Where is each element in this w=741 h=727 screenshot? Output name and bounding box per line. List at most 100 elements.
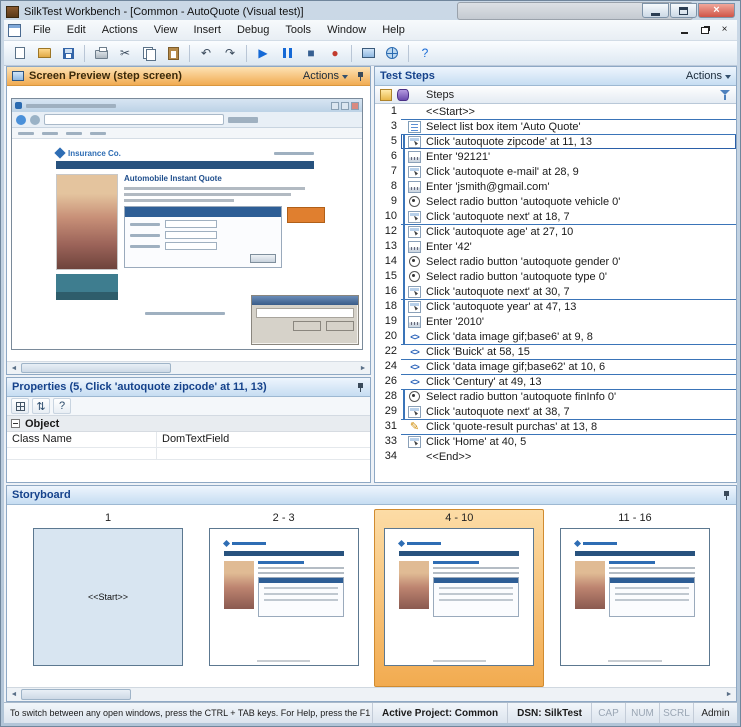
sort-alphabetical-button[interactable]: ⇅ [32, 398, 50, 414]
test-step-row[interactable]: 26<>Click 'Century' at 49, 13 [375, 374, 736, 389]
scrollbar-thumb[interactable] [21, 689, 131, 700]
test-step-row[interactable]: 34<<End>> [375, 449, 736, 464]
run-button[interactable]: ▶ [252, 43, 274, 64]
stop-button[interactable]: ■ [300, 43, 322, 64]
steps-actions-menu[interactable]: Actions [686, 70, 731, 82]
minimize-button[interactable] [642, 3, 669, 18]
property-row[interactable]: Class NameDomTextField [7, 432, 370, 448]
storyboard-thumbnail[interactable]: 2 - 3 [199, 509, 369, 687]
test-step-row[interactable]: 33Click 'Home' at 40, 5 [375, 434, 736, 449]
mdi-restore-button[interactable] [696, 23, 713, 37]
test-step-row[interactable]: 12Click 'autoquote age' at 27, 10 [375, 224, 736, 239]
help-button[interactable]: ? [53, 398, 71, 414]
step-body: <<Start>> [401, 104, 736, 119]
menu-help[interactable]: Help [374, 21, 413, 39]
storyboard-thumbnail-label: 4 - 10 [445, 512, 473, 526]
storyboard-thumbnail[interactable]: 11 - 16 [550, 509, 720, 687]
scroll-left-icon[interactable]: ◄ [7, 365, 21, 372]
property-name: Class Name [7, 432, 157, 447]
menu-tools[interactable]: Tools [277, 21, 319, 39]
mdi-close-button[interactable]: × [716, 23, 733, 37]
menu-file[interactable]: File [25, 21, 59, 39]
test-step-row[interactable]: 10Click 'autoquote next' at 18, 7 [375, 209, 736, 224]
storyboard-thumbnail[interactable]: 1<<Start>> [23, 509, 193, 687]
undo-button[interactable]: ↶ [195, 43, 217, 64]
storyboard-page-thumb[interactable] [209, 528, 359, 666]
step-group-line [401, 314, 408, 329]
scroll-right-icon[interactable]: ► [722, 691, 736, 698]
close-button[interactable]: × [698, 3, 735, 18]
test-step-row[interactable]: 18Click 'autoquote year' at 47, 13 [375, 299, 736, 314]
test-step-row[interactable]: 6Enter '92121' [375, 149, 736, 164]
redo-button[interactable]: ↷ [219, 43, 241, 64]
storyboard-start-thumb[interactable]: <<Start>> [33, 528, 183, 666]
save-button[interactable] [57, 43, 79, 64]
property-value[interactable]: DomTextField [157, 432, 370, 447]
steps-column-header[interactable]: Steps [375, 86, 736, 104]
test-step-row[interactable]: 29Click 'autoquote next' at 38, 7 [375, 404, 736, 419]
test-step-row[interactable]: 1<<Start>> [375, 104, 736, 119]
new-document-button[interactable] [9, 43, 31, 64]
storyboard-thumbnail[interactable]: 4 - 10 [374, 509, 544, 687]
record-button[interactable]: ● [324, 43, 346, 64]
test-step-row[interactable]: 13Enter '42' [375, 239, 736, 254]
menu-actions[interactable]: Actions [94, 21, 146, 39]
test-step-row[interactable]: 7Click 'autoquote e-mail' at 28, 9 [375, 164, 736, 179]
storyboard-page-thumb[interactable] [560, 528, 710, 666]
screen-capture-button[interactable] [357, 43, 379, 64]
menu-view[interactable]: View [146, 21, 186, 39]
menu-debug[interactable]: Debug [229, 21, 277, 39]
screen-preview-image[interactable]: Insurance Co. [7, 86, 370, 361]
menu-edit[interactable]: Edit [59, 21, 94, 39]
paste-button[interactable] [162, 43, 184, 64]
test-step-row[interactable]: 15Select radio button 'autoquote type 0' [375, 269, 736, 284]
menu-insert[interactable]: Insert [185, 21, 229, 39]
web-page-button[interactable] [381, 43, 403, 64]
preview-actions-menu[interactable]: Actions [303, 70, 348, 82]
step-group-line [401, 434, 408, 449]
cut-icon: ✂ [120, 47, 130, 59]
print-button[interactable] [90, 43, 112, 64]
test-step-row[interactable]: 5Click 'autoquote zipcode' at 11, 13 [375, 134, 736, 149]
test-step-row[interactable]: 19Enter '2010' [375, 314, 736, 329]
test-step-row[interactable]: 31✎Click 'quote-result purchas' at 13, 8 [375, 419, 736, 434]
pin-icon[interactable] [722, 490, 731, 501]
open-button[interactable] [33, 43, 55, 64]
test-step-row[interactable]: 3Select list box item 'Auto Quote' [375, 119, 736, 134]
screen-preview-header[interactable]: Screen Preview (step screen) Actions [7, 67, 370, 86]
maximize-button[interactable] [670, 3, 697, 18]
pin-icon[interactable] [356, 382, 365, 393]
test-step-row[interactable]: 22<>Click 'Buick' at 58, 15 [375, 344, 736, 359]
help-button[interactable]: ? [414, 43, 436, 64]
test-step-row[interactable]: 20<>Click 'data image gif;base6' at 9, 8 [375, 329, 736, 344]
filter-icon[interactable] [719, 89, 731, 101]
storyboard-page-thumb[interactable] [384, 528, 534, 666]
collapse-icon[interactable] [11, 419, 20, 428]
copy-button[interactable] [138, 43, 160, 64]
test-step-row[interactable]: 24<>Click 'data image gif;base62' at 10,… [375, 359, 736, 374]
property-name [7, 448, 157, 459]
property-group-row[interactable]: Object [7, 416, 370, 432]
scroll-left-icon[interactable]: ◄ [7, 691, 21, 698]
cut-button[interactable]: ✂ [114, 43, 136, 64]
test-step-row[interactable]: 28Select radio button 'autoquote finInfo… [375, 389, 736, 404]
storyboard-header[interactable]: Storyboard [7, 486, 736, 505]
step-group-line [401, 179, 408, 194]
properties-header[interactable]: Properties (5, Click 'autoquote zipcode'… [7, 378, 370, 397]
menu-window[interactable]: Window [319, 21, 374, 39]
test-step-row[interactable]: 16Click 'autoquote next' at 30, 7 [375, 284, 736, 299]
test-step-row[interactable]: 8Enter 'jsmith@gmail.com' [375, 179, 736, 194]
preview-horizontal-scrollbar[interactable]: ◄ ► [7, 361, 370, 374]
storyboard-horizontal-scrollbar[interactable]: ◄ ► [7, 687, 736, 701]
test-step-row[interactable]: 14Select radio button 'autoquote gender … [375, 254, 736, 269]
scrollbar-thumb[interactable] [21, 363, 171, 373]
toolbar-separator [408, 45, 409, 62]
test-steps-header[interactable]: Test Steps Actions [375, 67, 736, 86]
step-number: 29 [375, 404, 401, 419]
scroll-right-icon[interactable]: ► [356, 365, 370, 372]
pin-icon[interactable] [356, 71, 365, 82]
pause-button[interactable] [276, 43, 298, 64]
test-step-row[interactable]: 9Select radio button 'autoquote vehicle … [375, 194, 736, 209]
categorized-view-button[interactable] [11, 398, 29, 414]
mdi-minimize-button[interactable] [676, 23, 693, 37]
